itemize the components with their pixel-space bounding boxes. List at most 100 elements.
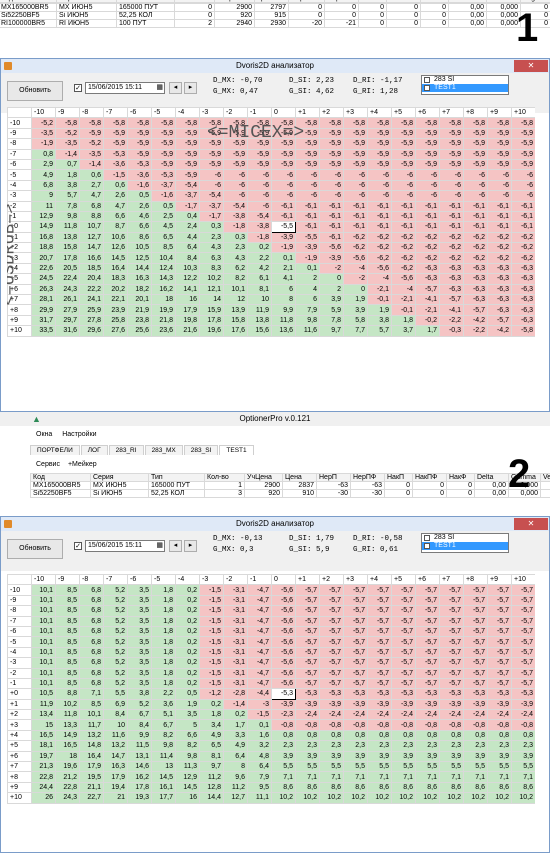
matrix-cell[interactable]: -6,2: [367, 231, 392, 244]
matrix-cell[interactable]: 6,8: [79, 200, 104, 212]
matrix-cell[interactable]: -5,9: [175, 148, 200, 160]
matrix-cell[interactable]: 3,5: [127, 605, 152, 617]
matrix-cell[interactable]: 3,9: [511, 750, 535, 763]
matrix-cell[interactable]: 10,2: [367, 792, 392, 804]
matrix-cell[interactable]: 8,6: [439, 781, 464, 794]
matrix-cell[interactable]: 3,9: [343, 304, 368, 316]
matrix-cell[interactable]: 2: [295, 273, 320, 285]
matrix-cell[interactable]: 3,8: [127, 688, 152, 700]
matrix-cell[interactable]: -6,2: [343, 231, 368, 244]
matrix-cell[interactable]: 19,6: [55, 761, 80, 773]
matrix-cell[interactable]: 6: [295, 294, 320, 306]
matrix-cell[interactable]: 11,1: [247, 792, 272, 804]
matrix-cell[interactable]: 20,5: [55, 262, 80, 275]
matrix-cell[interactable]: -6,1: [415, 221, 440, 233]
matrix-cell[interactable]: -1,4: [55, 148, 80, 160]
matrix-cell[interactable]: 11: [31, 200, 56, 212]
matrix-cell[interactable]: -1,4: [79, 158, 104, 171]
matrix-cell[interactable]: -1,9: [295, 252, 320, 264]
matrix-cell[interactable]: -5,7: [367, 636, 392, 648]
matrix-cell[interactable]: -2,3: [271, 709, 296, 721]
matrix-cell[interactable]: 21,8: [151, 314, 176, 327]
matrix-cell[interactable]: 8,5: [55, 594, 80, 607]
matrix-cell[interactable]: 16: [175, 294, 200, 306]
matrix-cell[interactable]: -5,7: [319, 667, 344, 679]
matrix-cell[interactable]: -5,7: [463, 605, 488, 617]
matrix-cell[interactable]: 10,4: [151, 252, 176, 264]
matrix-cell[interactable]: -5,7: [343, 584, 368, 596]
matrix-cell[interactable]: -5,7: [295, 667, 320, 679]
matrix-cell[interactable]: -5,7: [439, 625, 464, 638]
matrix-cell[interactable]: -1,9: [31, 138, 56, 150]
matrix-cell[interactable]: -6: [367, 179, 392, 192]
matrix-cell[interactable]: -5,9: [439, 158, 464, 171]
matrix-cell[interactable]: -4,7: [247, 646, 272, 659]
table-row[interactable]: RI100000BR5 RI ИЮН5 100 ПУТ 2 2940 2930 -20 -21…: [0, 19, 550, 28]
list-checkbox[interactable]: [424, 77, 430, 83]
matrix-cell[interactable]: 5,2: [127, 698, 152, 711]
matrix-cell[interactable]: -6: [415, 179, 440, 192]
matrix-cell[interactable]: 3,5: [127, 667, 152, 679]
matrix-cell[interactable]: 7,1: [343, 771, 368, 783]
matrix-cell[interactable]: 18: [151, 294, 176, 306]
matrix-cell[interactable]: 3,9: [487, 750, 512, 763]
matrix-cell[interactable]: -5,4: [175, 179, 200, 192]
matrix-cell[interactable]: -1,7: [199, 210, 224, 223]
matrix-cell[interactable]: 13,8: [55, 231, 80, 244]
matrix-cell[interactable]: 18,8: [31, 242, 56, 254]
matrix-cell[interactable]: -5,7: [463, 615, 488, 627]
matrix-cell[interactable]: -5,7: [391, 615, 416, 627]
matrix-cell[interactable]: -5,9: [511, 158, 535, 171]
matrix-cell[interactable]: 7,1: [487, 771, 512, 783]
matrix-cell[interactable]: -5,7: [511, 625, 535, 638]
matrix-cell[interactable]: -6,1: [415, 200, 440, 212]
matrix-cell[interactable]: 12,2: [175, 273, 200, 285]
matrix-cell[interactable]: -5,7: [415, 605, 440, 617]
matrix-cell[interactable]: -1,5: [103, 169, 128, 181]
matrix-cell[interactable]: -5,9: [343, 127, 368, 140]
matrix-cell[interactable]: 14,5: [175, 781, 200, 794]
matrix-cell[interactable]: -3: [247, 698, 272, 711]
matrix-cell[interactable]: 0,8: [295, 729, 320, 742]
matrix-cell[interactable]: -5,8: [511, 325, 535, 337]
matrix-cell[interactable]: -4,1: [439, 304, 464, 316]
matrix-cell[interactable]: 14: [199, 294, 224, 306]
matrix-cell[interactable]: 22,1: [103, 294, 128, 306]
matrix-cell[interactable]: 21: [103, 792, 128, 804]
step-back-button[interactable]: ◂: [169, 82, 182, 94]
matrix-cell[interactable]: -5,8: [103, 117, 128, 129]
matrix-cell[interactable]: 6,7: [127, 709, 152, 721]
matrix-cell[interactable]: 7,7: [343, 325, 368, 337]
matrix-cell[interactable]: 1,8: [151, 667, 176, 679]
matrix-cell[interactable]: 0,2: [175, 646, 200, 659]
matrix-cell[interactable]: -5,9: [319, 158, 344, 171]
matrix-cell[interactable]: 13,9: [223, 304, 248, 316]
matrix-cell[interactable]: -5,6: [271, 584, 296, 596]
matrix-cell[interactable]: 7,1: [79, 688, 104, 700]
matrix-cell[interactable]: -5,9: [415, 158, 440, 171]
matrix-cell[interactable]: -5,3: [271, 688, 296, 700]
matrix-cell[interactable]: -6,3: [415, 273, 440, 285]
matrix-cell[interactable]: -5,9: [151, 158, 176, 171]
matrix-cell[interactable]: -5,9: [127, 148, 152, 160]
matrix-cell[interactable]: -5,7: [319, 646, 344, 659]
matrix-cell[interactable]: -6: [295, 179, 320, 192]
matrix-cell[interactable]: 5,5: [463, 761, 488, 773]
matrix-cell[interactable]: -6,3: [511, 283, 535, 296]
matrix-cell[interactable]: 3,8: [367, 314, 392, 327]
matrix-cell[interactable]: 13,2: [79, 729, 104, 742]
matrix-cell[interactable]: 5,5: [367, 761, 392, 773]
matrix-cell[interactable]: -1,5: [199, 584, 224, 596]
matrix-cell[interactable]: 13,4: [31, 709, 56, 721]
matrix-cell[interactable]: 6,9: [103, 698, 128, 711]
matrix-cell[interactable]: -6,1: [367, 221, 392, 233]
matrix-cell[interactable]: -6: [463, 190, 488, 202]
matrix-cell[interactable]: 8,6: [463, 781, 488, 794]
matrix-cell[interactable]: 5,5: [295, 761, 320, 773]
matrix-cell[interactable]: -6,2: [463, 242, 488, 254]
matrix-cell[interactable]: -6,2: [511, 252, 535, 264]
matrix-cell[interactable]: 11,9: [31, 698, 56, 711]
matrix-cell[interactable]: -3,1: [223, 615, 248, 627]
matrix-cell[interactable]: -5,9: [223, 148, 248, 160]
matrix-cell[interactable]: 7,8: [319, 314, 344, 327]
